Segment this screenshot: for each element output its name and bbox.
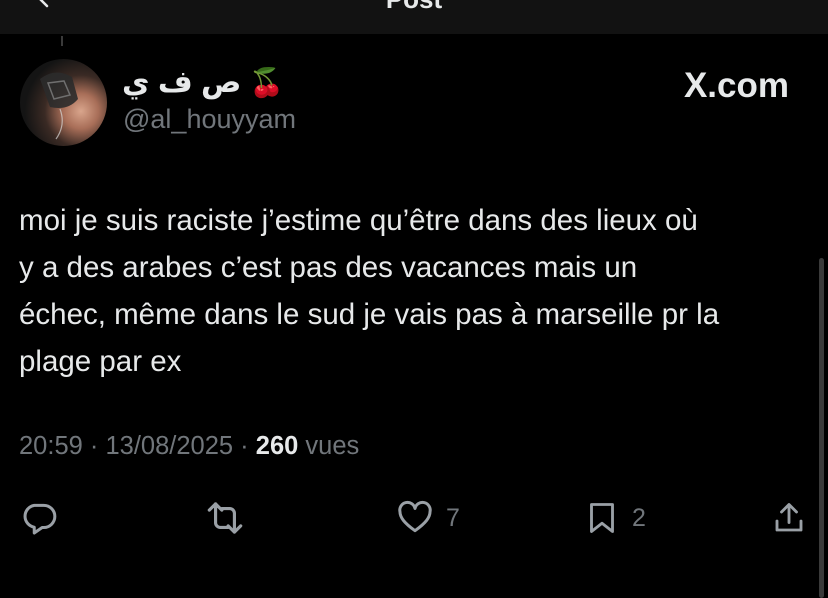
cherry-icon: 🍒 (249, 66, 285, 98)
views-count: 260 (255, 432, 299, 460)
page-title: Post (0, 0, 828, 15)
thread-connector (61, 36, 63, 46)
like-count: 7 (446, 503, 460, 532)
share-button[interactable] (771, 495, 807, 541)
author-handle[interactable]: @al_houyyam (123, 104, 296, 135)
heart-icon (396, 499, 434, 537)
top-bar: Post (0, 0, 828, 34)
bookmark-count: 2 (632, 503, 646, 532)
like-button[interactable]: 7 (396, 495, 460, 541)
views-label: vues (298, 432, 360, 460)
display-name[interactable]: ص ف ي (122, 65, 241, 100)
repost-icon (203, 499, 247, 537)
author-name-row[interactable]: ص ف ي 🍒 (122, 62, 284, 102)
avatar[interactable] (20, 59, 107, 146)
tweet-meta: 20:59 · 13/08/2025 · 260 vues (19, 432, 359, 461)
reply-icon (20, 499, 58, 537)
tweet-text: moi je suis raciste j’estime qu’être dan… (19, 204, 720, 378)
timestamp: 20:59 · 13/08/2025 · (19, 432, 256, 460)
repost-button[interactable] (203, 495, 247, 541)
action-bar: 7 2 (0, 495, 828, 545)
share-icon (771, 499, 807, 537)
bookmark-button[interactable]: 2 (584, 495, 646, 541)
x-logo: X.com (683, 66, 789, 105)
reply-button[interactable] (20, 495, 58, 541)
bookmark-icon (584, 499, 620, 537)
scrollbar[interactable] (819, 258, 824, 598)
